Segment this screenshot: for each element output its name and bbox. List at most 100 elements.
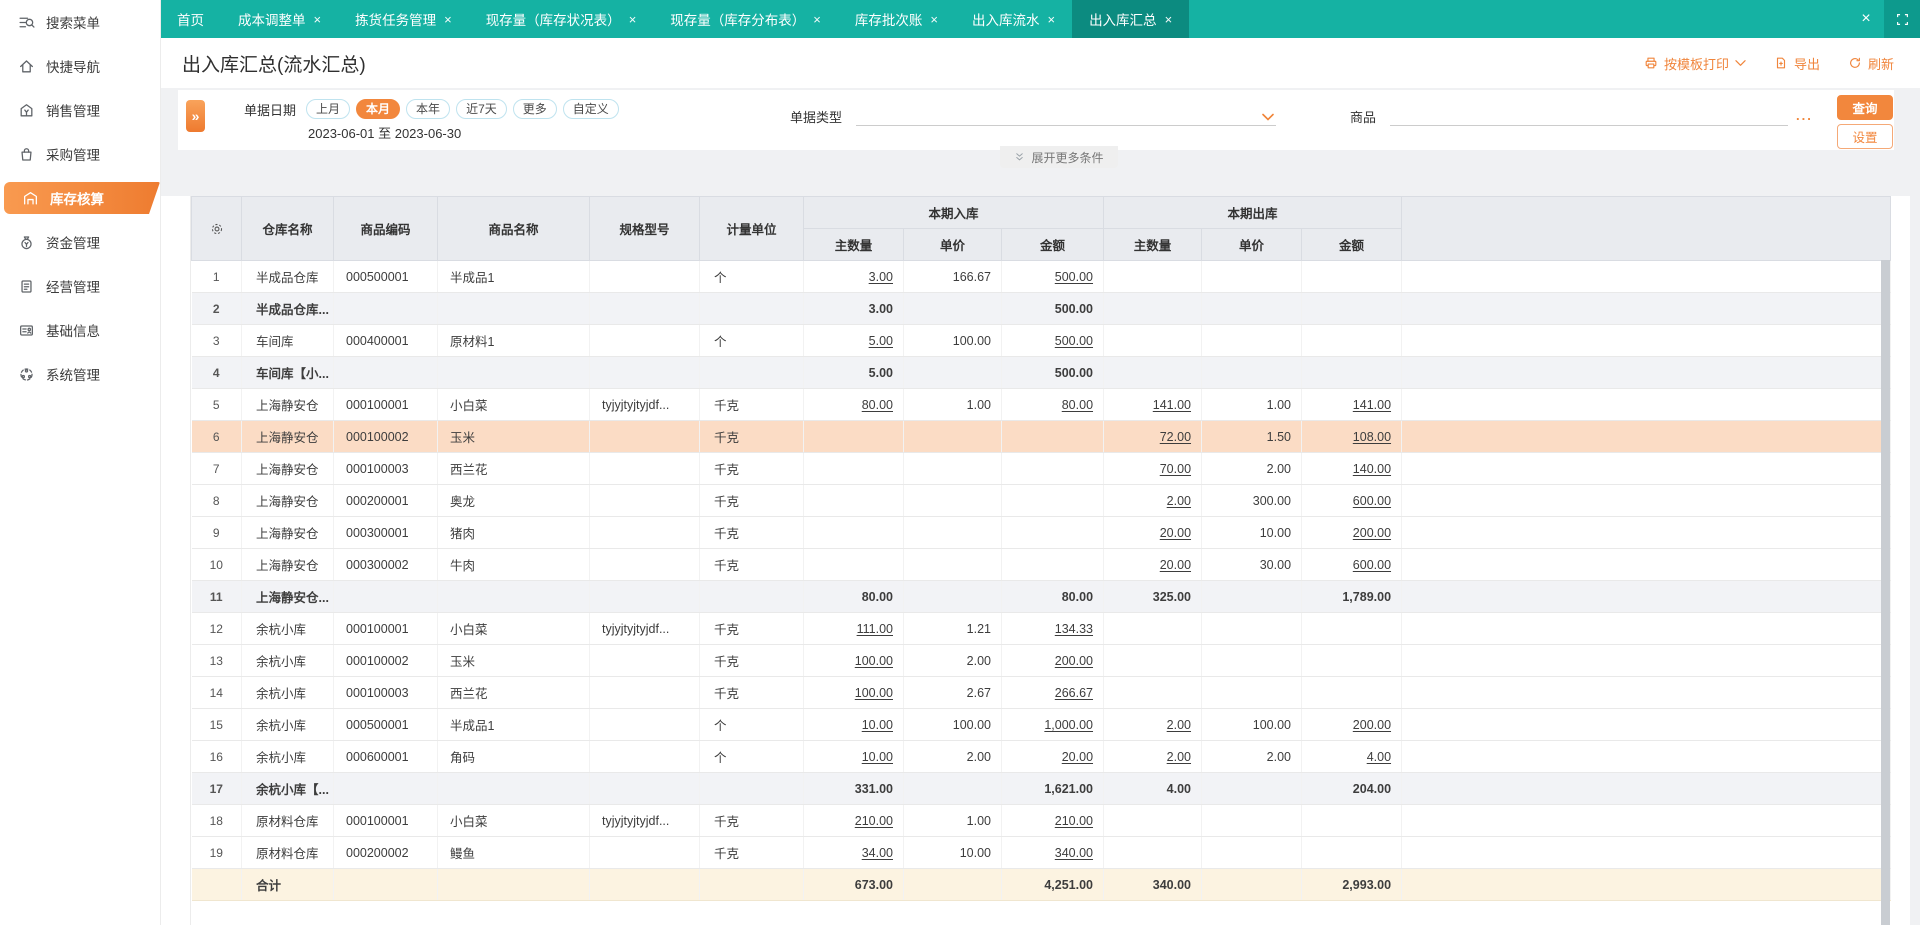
table-row[interactable]: 3 车间库 000400001 原材料1 个 5.00 100.00 500.00 <box>191 324 1891 357</box>
subtotal-row[interactable]: 2 半成品仓库... 3.00 500.00 <box>191 292 1891 325</box>
drill-down-link[interactable]: 140.00 <box>1353 462 1391 476</box>
print-by-template-button[interactable]: 按模板打印 <box>1644 54 1746 73</box>
tab-出入库汇总[interactable]: 出入库汇总 × <box>1072 0 1190 38</box>
sidebar-item-搜索菜单[interactable]: 搜索菜单 <box>0 0 160 44</box>
tab-close-icon[interactable]: × <box>813 12 821 27</box>
date-pill-本年[interactable]: 本年 <box>406 99 451 119</box>
tab-close-icon[interactable]: × <box>444 12 452 27</box>
drill-down-link[interactable]: 2.00 <box>1167 494 1191 508</box>
col-header-out-amount[interactable]: 金额 <box>1301 228 1403 261</box>
drill-down-link[interactable]: 72.00 <box>1160 430 1191 444</box>
tab-现存量（库存分布表）[interactable]: 现存量（库存分布表） × <box>653 0 838 38</box>
col-header-warehouse[interactable]: 仓库名称 <box>241 196 334 261</box>
tab-拣货任务管理[interactable]: 拣货任务管理 × <box>338 0 469 38</box>
refresh-button[interactable]: 刷新 <box>1848 54 1894 73</box>
date-pill-更多[interactable]: 更多 <box>512 99 557 119</box>
table-row[interactable]: 19 原材料仓库 000200002 鳗鱼 千克 34.00 10.00 340.00 <box>191 836 1891 869</box>
sidebar-item-资金管理[interactable]: 资金管理 <box>0 220 160 264</box>
tab-close-icon[interactable]: × <box>629 12 637 27</box>
date-range-value[interactable]: 2023-06-01 至 2023-06-30 <box>308 123 461 142</box>
col-header-in-amount[interactable]: 金额 <box>1000 228 1105 261</box>
col-header-in-qty[interactable]: 主数量 <box>803 228 904 261</box>
product-picker-ellipsis[interactable]: ... <box>1796 106 1813 126</box>
drill-down-link[interactable]: 2.00 <box>1167 718 1191 732</box>
drill-down-link[interactable]: 210.00 <box>1055 814 1093 828</box>
doc-type-input[interactable] <box>856 103 1277 126</box>
tab-close-icon[interactable]: × <box>930 12 938 27</box>
tab-库存批次账[interactable]: 库存批次账 × <box>838 0 955 38</box>
drill-down-link[interactable]: 200.00 <box>1055 654 1093 668</box>
drill-down-link[interactable]: 100.00 <box>855 686 893 700</box>
drill-down-link[interactable]: 3.00 <box>869 270 893 284</box>
date-pill-本月[interactable]: 本月 <box>356 99 401 119</box>
tab-出入库流水[interactable]: 出入库流水 × <box>955 0 1072 38</box>
drill-down-link[interactable]: 80.00 <box>1062 398 1093 412</box>
sidebar-item-系统管理[interactable]: 系统管理 <box>0 352 160 396</box>
sidebar-item-经营管理[interactable]: 经营管理 <box>0 264 160 308</box>
tab-成本调整单[interactable]: 成本调整单 × <box>221 0 338 38</box>
sidebar-item-基础信息[interactable]: 基础信息 <box>0 308 160 352</box>
drill-down-link[interactable]: 111.00 <box>857 622 893 636</box>
grand-total-row[interactable]: 合计 673.00 4,251.00 340.00 2,993.00 <box>191 868 1891 901</box>
col-header-out-price[interactable]: 单价 <box>1201 228 1303 261</box>
drill-down-link[interactable]: 70.00 <box>1160 462 1191 476</box>
table-row[interactable]: 12 余杭小库 000100001 小白菜 tyjyjtyjtyjdf... 千克 111.… <box>191 612 1891 645</box>
table-row[interactable]: 18 原材料仓库 000100001 小白菜 tyjyjtyjtyjdf... 千克 210… <box>191 804 1891 837</box>
export-button[interactable]: 导出 <box>1774 54 1820 73</box>
subtotal-row[interactable]: 17 余杭小库【... 331.00 1,621.00 4.00 204.00 <box>191 772 1891 805</box>
table-row[interactable]: 6 上海静安仓 000100002 玉米 千克 72.00 1.50 108.00 <box>191 420 1891 453</box>
col-header-in-price[interactable]: 单价 <box>903 228 1002 261</box>
date-pill-上月[interactable]: 上月 <box>306 99 351 119</box>
tab-现存量（库存状况表）[interactable]: 现存量（库存状况表） × <box>469 0 654 38</box>
drill-down-link[interactable]: 200.00 <box>1353 718 1391 732</box>
table-row[interactable]: 14 余杭小库 000100003 西兰花 千克 100.00 2.67 266.67 <box>191 676 1891 709</box>
drill-down-link[interactable]: 141.00 <box>1353 398 1391 412</box>
drill-down-link[interactable]: 20.00 <box>1160 526 1191 540</box>
table-row[interactable]: 16 余杭小库 000600001 角码 个 10.00 2.00 20.00 2.00 2.00… <box>191 740 1891 773</box>
tab-close-icon[interactable]: × <box>1047 12 1055 27</box>
tab-close-icon[interactable]: × <box>314 12 322 27</box>
chevron-down-icon[interactable] <box>1735 59 1746 67</box>
tab-close-icon[interactable]: × <box>1165 12 1173 27</box>
drill-down-link[interactable]: 1,000.00 <box>1044 718 1093 732</box>
table-row[interactable]: 1 半成品仓库 000500001 半成品1 个 3.00 166.67 500.00 <box>191 260 1891 293</box>
col-header-unit[interactable]: 计量单位 <box>699 196 804 261</box>
drill-down-link[interactable]: 600.00 <box>1353 558 1391 572</box>
sidebar-item-快捷导航[interactable]: 快捷导航 <box>0 44 160 88</box>
table-row[interactable]: 10 上海静安仓 000300002 牛肉 千克 20.00 30.00 600.00 <box>191 548 1891 581</box>
settings-button[interactable]: 设置 <box>1837 124 1893 149</box>
drill-down-link[interactable]: 20.00 <box>1062 750 1093 764</box>
column-settings-gear-icon[interactable] <box>191 196 242 261</box>
drill-down-link[interactable]: 2.00 <box>1167 750 1191 764</box>
col-header-code[interactable]: 商品编码 <box>333 196 438 261</box>
drill-down-link[interactable]: 141.00 <box>1153 398 1191 412</box>
col-header-out-qty[interactable]: 主数量 <box>1103 228 1203 261</box>
vertical-scrollbar[interactable] <box>1881 260 1890 925</box>
table-row[interactable]: 15 余杭小库 000500001 半成品1 个 10.00 100.00 1,000.00 2… <box>191 708 1891 741</box>
drill-down-link[interactable]: 10.00 <box>862 718 893 732</box>
drill-down-link[interactable]: 200.00 <box>1353 526 1391 540</box>
table-row[interactable]: 9 上海静安仓 000300001 猪肉 千克 20.00 10.00 200.00 <box>191 516 1891 549</box>
sidebar-item-采购管理[interactable]: 采购管理 <box>0 132 160 176</box>
collapse-filter-icon[interactable]: » <box>186 100 205 132</box>
drill-down-link[interactable]: 500.00 <box>1055 270 1093 284</box>
drill-down-link[interactable]: 108.00 <box>1353 430 1391 444</box>
drill-down-link[interactable]: 10.00 <box>862 750 893 764</box>
drill-down-link[interactable]: 134.33 <box>1055 622 1093 636</box>
fullscreen-icon[interactable] <box>1884 0 1920 38</box>
date-pill-自定义[interactable]: 自定义 <box>562 99 619 119</box>
drill-down-link[interactable]: 340.00 <box>1055 846 1093 860</box>
sidebar-item-库存核算[interactable]: 库存核算 <box>4 182 160 214</box>
drill-down-link[interactable]: 20.00 <box>1160 558 1191 572</box>
chevron-down-icon[interactable] <box>1262 113 1274 121</box>
drill-down-link[interactable]: 266.67 <box>1055 686 1093 700</box>
drill-down-link[interactable]: 210.00 <box>855 814 893 828</box>
col-header-spec[interactable]: 规格型号 <box>589 196 700 261</box>
product-input[interactable] <box>1390 103 1789 126</box>
drill-down-link[interactable]: 34.00 <box>862 846 893 860</box>
subtotal-row[interactable]: 4 车间库【小... 5.00 500.00 <box>191 356 1891 389</box>
drill-down-link[interactable]: 4.00 <box>1367 750 1391 764</box>
drill-down-link[interactable]: 100.00 <box>855 654 893 668</box>
sidebar-item-销售管理[interactable]: 销售管理 <box>0 88 160 132</box>
query-button[interactable]: 查询 <box>1837 95 1893 120</box>
